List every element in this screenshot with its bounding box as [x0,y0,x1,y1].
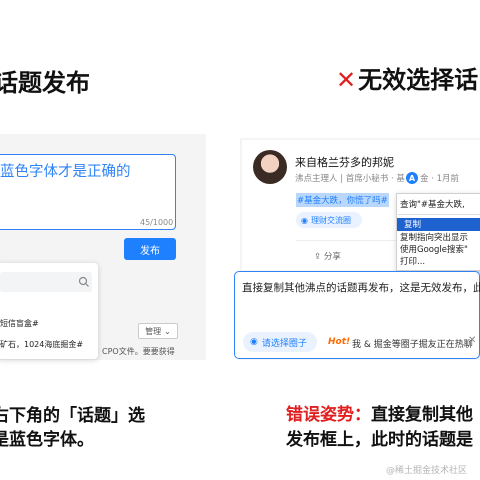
select-circle-label: 请选择圈子 [261,338,307,349]
manage-select[interactable]: 管理 ⌄ [138,323,178,339]
right-caption-line2: 发布框上，此时的话题是 [286,430,473,450]
circle-icon: ◉ [301,215,308,225]
avatar[interactable] [253,150,287,184]
circle-icon: ◉ [250,337,258,347]
menu-separator [398,214,480,215]
circle-chip-label: 理财交流圈 [310,215,351,225]
menu-item-copy[interactable]: 复制 [404,219,421,231]
badge-icon: A [406,172,418,184]
right-title-text: 无效选择话 [358,66,479,94]
right-caption-line1: 错误姿势：直接复制其他 [286,407,473,424]
share-label: 分享 [323,252,341,262]
error-label: 错误姿势： [286,405,371,425]
topic-list-item: CPO文件。要要获得 [102,347,175,356]
menu-item-copy-link[interactable]: 复制指向突出显示 [400,232,468,244]
chevron-down-icon: ⌄ [164,326,171,336]
topic-link-selected[interactable]: #基金大跌，你慌了吗# [296,193,389,207]
close-icon[interactable]: ✕ [468,335,476,346]
editor-content: 直接复制其他沸点的话题再发布，这是无效发布，此时 [242,282,480,294]
menu-item-google-search[interactable]: 使用Google搜索" [400,244,468,256]
author-meta: 沸点主理人 | 首席小秘书 · 基 [295,174,405,184]
left-caption-line1: 右下角的「话题」选 [0,406,145,426]
char-counter: 45/1000 [140,218,174,227]
author-name[interactable]: 来自格兰芬多的邦妮 [295,154,394,170]
right-title: ✕无效选择话 [336,68,478,92]
menu-item-print[interactable]: 打印... [400,256,425,268]
topic-list-item[interactable]: 短信盲盒# [0,318,39,329]
share-icon: ⇪ [314,252,324,262]
hot-label: Hot! [328,337,351,347]
cross-icon: ✕ [336,66,357,94]
topic-list-item[interactable]: 矿石，1024海底掘金# [0,339,83,350]
left-title: 话题发布 [0,69,90,97]
share-button[interactable]: ⇪ 分享 [314,250,341,262]
left-caption-line2: 是蓝色字体。 [0,430,94,450]
post-time: 金 · 1月前 [420,174,460,184]
select-circle-button[interactable]: ◉ 请选择圈子 [243,332,317,352]
menu-item-query[interactable]: 查询"#基金大跌, [400,199,465,211]
search-icon[interactable] [78,276,90,288]
hot-text: 我 & 掘金等圈子掘友正在热聊 [352,340,473,350]
textarea-content: 蓝色字体才是正确的 [0,164,131,180]
circle-chip[interactable]: ◉ 理财交流圈 [296,212,362,228]
watermark: @稀土掘金技术社区 [386,466,468,476]
publish-button[interactable]: 发布 [124,238,176,260]
right-caption-rest: 直接复制其他 [371,405,473,425]
divider [296,240,396,241]
manage-label: 管理 [145,326,162,336]
